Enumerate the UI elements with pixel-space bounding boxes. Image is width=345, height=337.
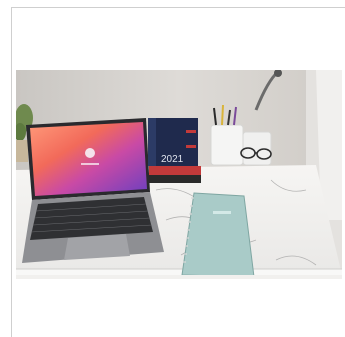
desk-photo: 2021 [16,70,342,279]
book-spine-text: 2021 [161,154,184,165]
laptop-screen [30,122,147,196]
notebook [181,192,255,278]
desk-photo-illustration: 2021 [16,70,342,279]
book-stack: 2021 [148,118,201,183]
laptop [22,118,164,263]
